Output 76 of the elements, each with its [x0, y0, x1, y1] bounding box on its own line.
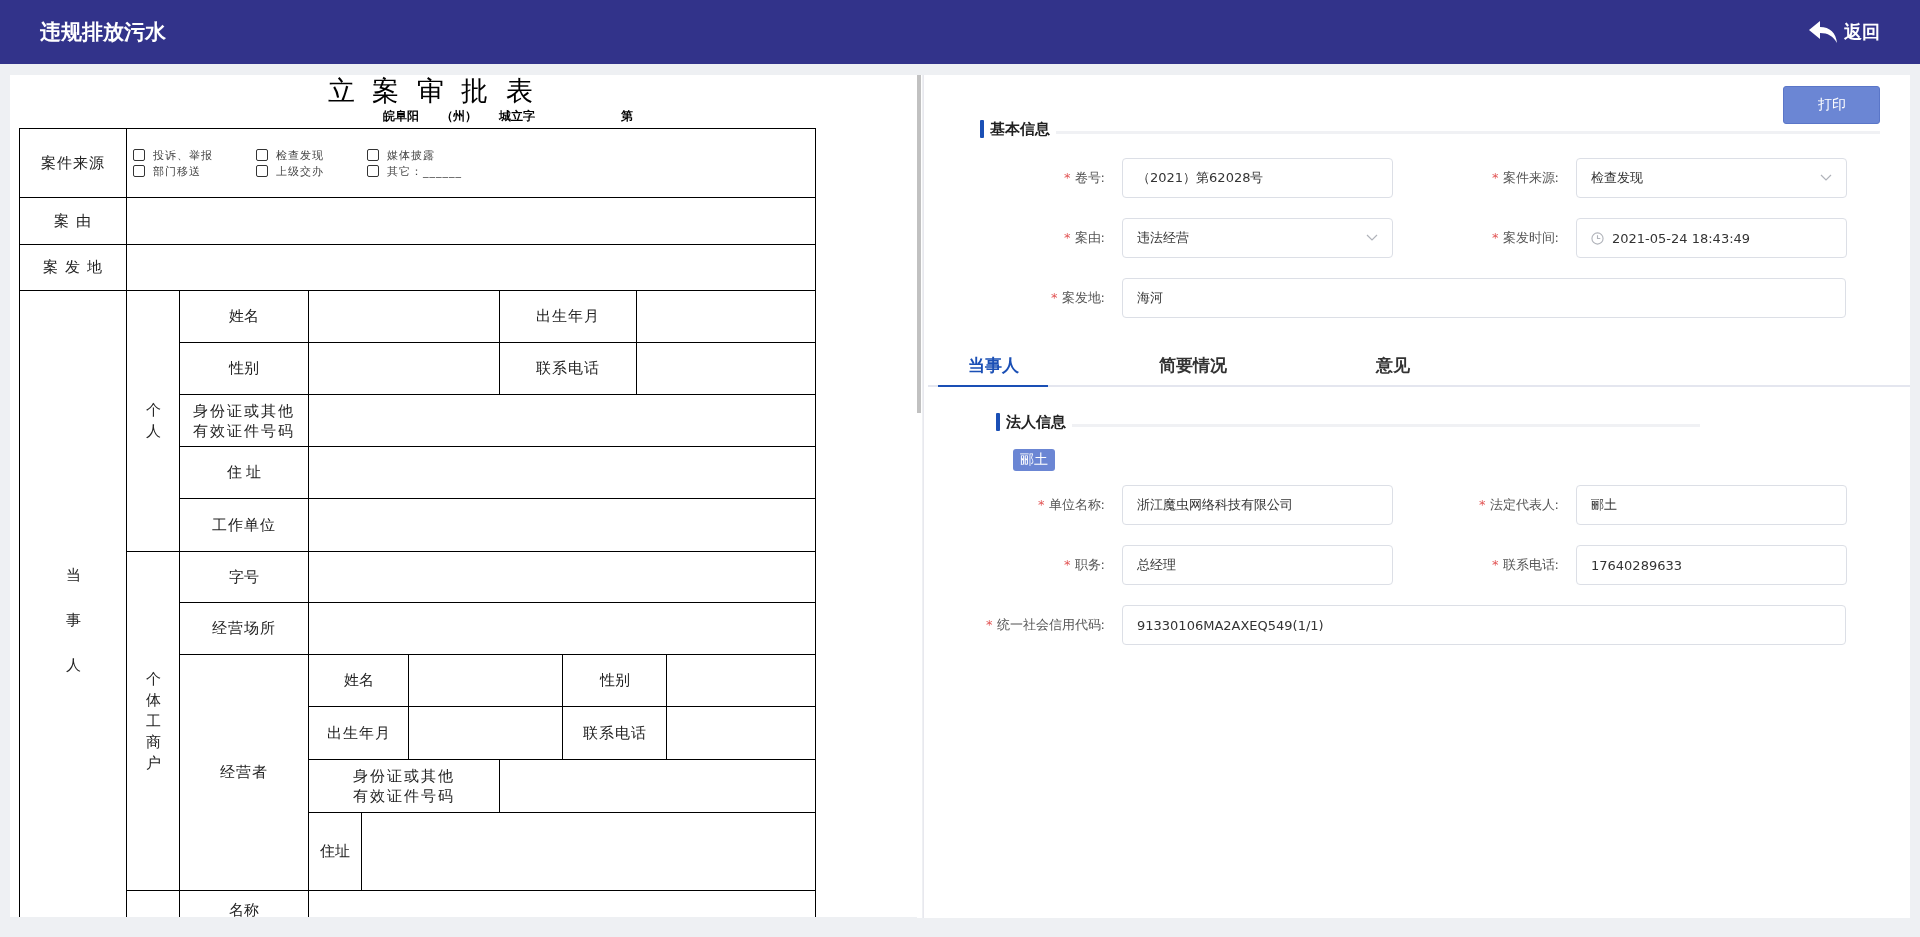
- app-title: 违规排放污水: [40, 19, 166, 46]
- checkbox[interactable]: [367, 149, 379, 161]
- scrollbar[interactable]: [917, 75, 921, 413]
- field-label: * 单位名称:: [1038, 496, 1105, 514]
- checkbox-label: 上级交办: [276, 163, 324, 179]
- input-field[interactable]: 总经理: [1122, 545, 1393, 585]
- chevron-down-icon: [1366, 234, 1378, 242]
- document-number-text: 第: [621, 108, 633, 125]
- tab[interactable]: 当事人: [938, 346, 1048, 387]
- input-field[interactable]: 浙江魔虫网络科技有限公司: [1122, 485, 1393, 525]
- field-label: * 案件来源:: [1492, 169, 1559, 187]
- checkbox-label: 其它：______: [387, 163, 462, 179]
- checkbox[interactable]: [133, 149, 145, 161]
- section-title: 法人信息: [1006, 412, 1066, 432]
- table-cell: 姓名: [309, 655, 409, 707]
- table-cell: 名称: [180, 891, 309, 917]
- section-marker: [980, 120, 984, 138]
- clock-icon: [1591, 231, 1604, 245]
- checkbox-label: 投诉、举报: [153, 147, 213, 163]
- checkbox-label: 检查发现: [276, 147, 324, 163]
- table-cell: 性别: [563, 655, 667, 707]
- table-cell: 个人: [127, 291, 180, 552]
- table-cell: 案 由: [20, 198, 127, 245]
- table-cell: 姓名: [180, 291, 309, 343]
- section-title: 基本信息: [990, 119, 1050, 139]
- select-field[interactable]: 违法经营: [1122, 218, 1393, 258]
- table-cell: 住 址: [180, 447, 309, 499]
- checkbox-label: 媒体披露: [387, 147, 435, 163]
- table-cell: 性别: [180, 343, 309, 395]
- table-cell: 当事人: [20, 291, 127, 917]
- table-cell: 身份证或其他有效证件号码: [309, 760, 500, 813]
- table-cell: 出生年月: [309, 707, 409, 760]
- field-label: * 案发时间:: [1492, 229, 1559, 247]
- input-field[interactable]: 郦土: [1576, 485, 1847, 525]
- field-label: * 统一社会信用代码:: [986, 616, 1105, 634]
- field-label: * 联系电话:: [1492, 556, 1559, 574]
- checkbox[interactable]: [133, 165, 145, 177]
- input-field[interactable]: 91330106MA2AXEQ549(1/1): [1122, 605, 1846, 645]
- name-tag: 郦土: [1013, 449, 1055, 471]
- table-cell: 工作单位: [180, 499, 309, 552]
- field-label: * 案发地:: [1051, 289, 1105, 307]
- input-field[interactable]: 17640289633: [1576, 545, 1847, 585]
- back-arrow-icon: [1808, 20, 1838, 44]
- table-cell: 字号: [180, 552, 309, 603]
- checkbox-label: 部门移送: [153, 163, 201, 179]
- tab[interactable]: 简要情况: [1093, 346, 1293, 387]
- select-field[interactable]: 检查发现: [1576, 158, 1847, 198]
- document-number-text: 皖阜阳: [383, 108, 419, 125]
- field-label: * 案由:: [1064, 229, 1105, 247]
- checkbox[interactable]: [256, 165, 268, 177]
- checkbox[interactable]: [367, 165, 379, 177]
- field-label: * 卷号:: [1064, 169, 1105, 187]
- checkbox[interactable]: [256, 149, 268, 161]
- table-cell: 经营者: [180, 655, 309, 891]
- document-number-text: 城立字: [499, 108, 535, 125]
- document-number-text: （州）: [441, 108, 477, 125]
- table-cell: 出生年月: [500, 291, 637, 343]
- field-label: * 职务:: [1064, 556, 1105, 574]
- table-cell: 案 发 地: [20, 245, 127, 291]
- document-title: 立案审批表: [326, 75, 552, 105]
- chevron-down-icon: [1820, 174, 1832, 182]
- table-cell: 联系电话: [563, 707, 667, 760]
- print-button[interactable]: 打印: [1783, 86, 1880, 124]
- field-label: * 法定代表人:: [1479, 496, 1559, 514]
- table-cell: 联系电话: [500, 343, 637, 395]
- input-field[interactable]: （2021）第62028号: [1122, 158, 1393, 198]
- input-field[interactable]: 海河: [1122, 278, 1846, 318]
- table-cell: 案件来源: [20, 129, 127, 198]
- back-button[interactable]: 返回: [1808, 20, 1880, 44]
- section-marker: [996, 413, 1000, 431]
- table-cell: 住址: [309, 813, 362, 891]
- table-cell: 经营场所: [180, 603, 309, 655]
- table-cell: 身份证或其他有效证件号码: [180, 395, 309, 447]
- date-time-field[interactable]: 2021-05-24 18:43:49: [1576, 218, 1847, 258]
- tab[interactable]: 意见: [1293, 346, 1493, 387]
- table-cell: 个体工商户: [127, 552, 180, 891]
